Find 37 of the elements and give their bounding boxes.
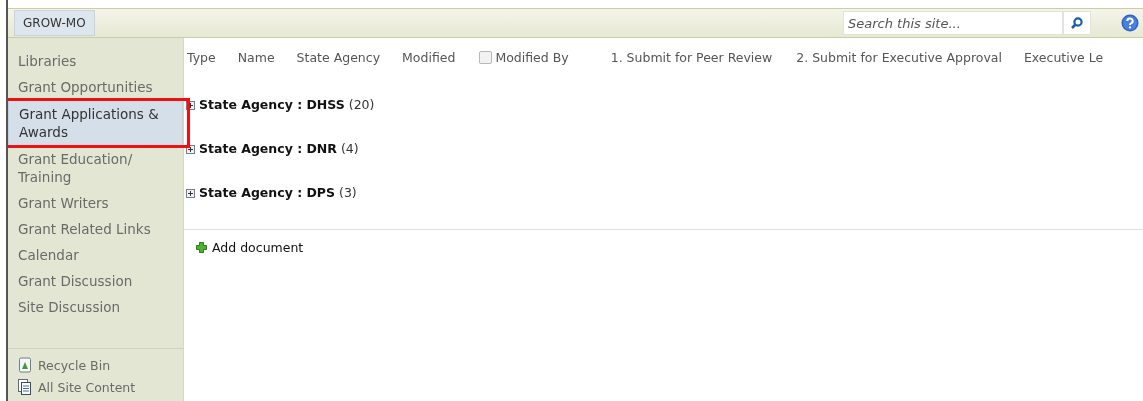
nav-link[interactable]: Grant Related Links — [8, 216, 183, 242]
column-header[interactable]: 2. Submit for Executive Approval — [796, 50, 1002, 65]
search-button[interactable] — [1063, 11, 1091, 35]
column-header[interactable]: State Agency — [296, 50, 381, 65]
nav-link[interactable]: Site Discussion — [8, 294, 183, 320]
nav-link[interactable]: Grant Education/ Training — [8, 146, 183, 190]
group-heading: State Agency : DHSS — [199, 97, 345, 112]
group-count: (3) — [339, 185, 357, 200]
expand-icon[interactable] — [186, 145, 195, 154]
group-heading: State Agency : DPS — [199, 185, 336, 200]
nav-link[interactable]: Libraries — [8, 48, 183, 74]
plus-icon — [196, 242, 207, 253]
expand-icon[interactable] — [186, 101, 195, 110]
column-header[interactable]: Name — [237, 50, 275, 65]
column-header[interactable]: Modified — [402, 50, 456, 65]
document-icon — [18, 379, 32, 395]
column-header[interactable]: Type — [187, 50, 216, 65]
recycle-bin-icon — [18, 357, 32, 373]
column-header[interactable]: 1. Submit for Peer Review — [610, 50, 773, 65]
help-icon[interactable] — [1121, 14, 1139, 32]
group-heading: State Agency : DNR — [199, 141, 337, 156]
nav-link[interactable]: Grant Writers — [8, 190, 183, 216]
sidebar-footer-link[interactable]: Recycle Bin — [38, 357, 111, 373]
sidebar-footer-link[interactable]: All Site Content — [38, 379, 136, 395]
search-icon — [1070, 16, 1084, 30]
group-count: (4) — [340, 141, 359, 156]
nav-link[interactable]: Grant Opportunities — [8, 74, 183, 100]
search-field[interactable]: Search this site... — [843, 11, 1063, 35]
nav-link[interactable]: Calendar — [8, 242, 183, 268]
add-document-link[interactable]: Add document — [212, 240, 304, 255]
column-header[interactable]: Modified By — [495, 50, 569, 65]
nav-link[interactable]: Grant Discussion — [8, 268, 183, 294]
group-count: (20) — [348, 97, 375, 112]
site-title-tab[interactable]: GROW-MO — [14, 10, 95, 36]
expand-icon[interactable] — [186, 189, 195, 198]
column-header[interactable]: Executive Le — [1023, 50, 1104, 65]
checkbox[interactable] — [479, 51, 493, 64]
